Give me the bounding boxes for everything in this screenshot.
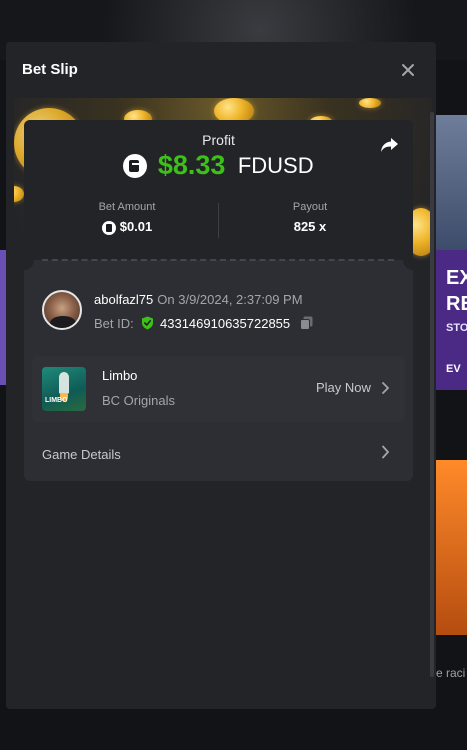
background-promo-bottom: EV — [446, 363, 461, 375]
game-thumbnail-label: LIMBO — [45, 397, 68, 404]
username-link[interactable]: abolfazl75 — [94, 292, 153, 307]
background-promo-small: STO — [446, 322, 467, 334]
ticket-notch-right — [403, 250, 413, 270]
bet-amount-label: Bet Amount — [98, 201, 156, 213]
background-card — [436, 115, 467, 250]
play-now-button[interactable]: Play Now — [316, 380, 389, 397]
avatar[interactable] — [42, 290, 82, 330]
verified-shield-icon — [141, 316, 154, 333]
coin-decoration — [359, 98, 381, 108]
profit-label: Profit — [202, 132, 235, 148]
fdusd-coin-icon — [123, 153, 148, 178]
game-row[interactable]: LIMBO Limbo BC Originals Play Now — [32, 356, 405, 422]
share-button[interactable] — [378, 134, 400, 156]
bet-stats: Bet Amount $0.01 Payout 825 x — [36, 191, 401, 248]
game-details-row[interactable]: Game Details — [32, 432, 405, 476]
bet-id-line: Bet ID: 433146910635722855 — [94, 316, 313, 333]
background-game-card[interactable] — [436, 460, 467, 635]
profit-amount: $8.33 — [157, 150, 226, 180]
chevron-right-icon — [381, 382, 389, 397]
bet-result-card: Profit $8.33 FDUSD Bet Amount $0.01 Payo… — [24, 120, 413, 481]
background-promo-title: EX RE — [446, 267, 467, 315]
bet-amount-value-row: $0.01 — [36, 219, 218, 235]
bet-user-info: abolfazl75 On 3/9/2024, 2:37:09 PM Bet ID… — [42, 290, 402, 333]
copy-button[interactable] — [299, 316, 313, 333]
game-name: Limbo — [102, 368, 138, 383]
bet-id-label: Bet ID: — [94, 316, 134, 331]
modal-title: Bet Slip — [22, 61, 78, 78]
coin-decoration — [14, 186, 24, 202]
profit-row: $8.33 FDUSD — [24, 150, 413, 181]
bet-amount-value: $0.01 — [119, 219, 153, 234]
payout-stat: Payout 825 x — [219, 201, 401, 234]
chevron-right-icon — [381, 445, 390, 464]
bet-datetime: On 3/9/2024, 2:37:09 PM — [157, 292, 303, 307]
game-provider: BC Originals — [102, 393, 175, 408]
fdusd-coin-icon — [101, 220, 116, 235]
modal-header: Bet Slip — [6, 42, 436, 98]
share-icon — [381, 138, 398, 152]
profit-currency: FDUSD — [237, 152, 314, 178]
payout-value: 825 x — [293, 219, 327, 234]
rocket-icon — [59, 372, 69, 394]
play-now-label: Play Now — [316, 380, 371, 395]
close-icon — [402, 64, 414, 76]
bet-id-value: 433146910635722855 — [160, 316, 291, 331]
close-button[interactable] — [397, 59, 419, 81]
game-thumbnail[interactable]: LIMBO — [42, 367, 86, 411]
background-snippet: e raci — [436, 666, 466, 680]
profit-section: Profit $8.33 FDUSD Bet Amount $0.01 Payo… — [24, 120, 413, 260]
copy-icon — [299, 316, 313, 330]
user-line: abolfazl75 On 3/9/2024, 2:37:09 PM — [94, 292, 303, 307]
ticket-divider — [42, 259, 394, 261]
game-details-label: Game Details — [42, 447, 121, 462]
payout-label: Payout — [292, 201, 328, 213]
modal-scrollbar[interactable] — [430, 112, 434, 677]
bet-amount-stat: Bet Amount $0.01 — [36, 201, 218, 235]
